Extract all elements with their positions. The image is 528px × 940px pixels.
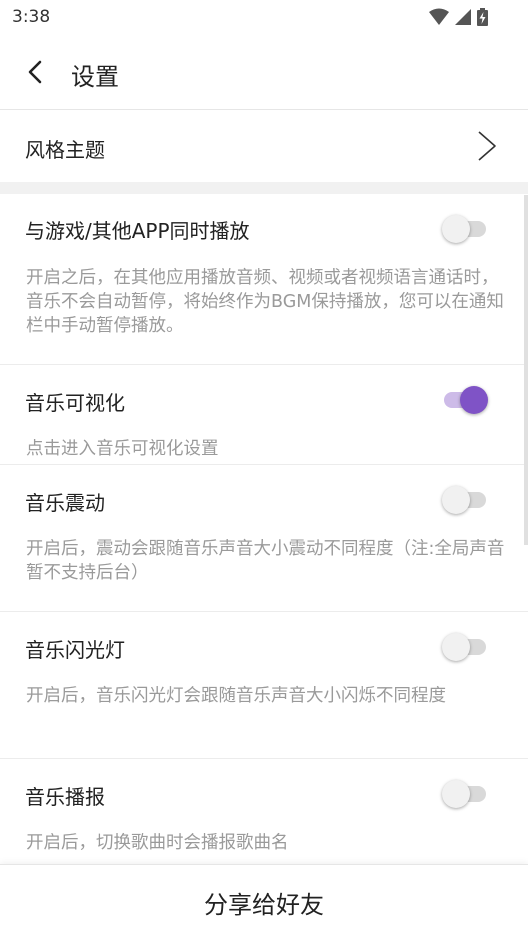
setting-title: 音乐闪光灯 xyxy=(25,638,125,662)
setting-description: 开启后，切换歌曲时会播报歌曲名 xyxy=(26,833,289,853)
setting-description: 开启后，音乐闪光灯会跟随音乐声音大小闪烁不同程度 xyxy=(26,686,446,706)
toggle-thumb xyxy=(460,386,488,414)
setting-music-vibration: 音乐震动 开启后，震动会跟随音乐声音大小震动不同程度（注:全局声音暂不支持后台） xyxy=(0,465,528,612)
theme-row[interactable]: 风格主题 xyxy=(0,110,528,182)
share-button[interactable]: 分享给好友 xyxy=(0,865,528,940)
music-announcement-toggle[interactable] xyxy=(442,780,488,808)
status-icons xyxy=(429,8,488,26)
signal-icon xyxy=(455,9,471,25)
setting-play-with-other-apps: 与游戏/其他APP同时播放 开启之后，在其他应用播放音频、视频或者视频语言通话时… xyxy=(0,194,528,365)
play-with-other-apps-toggle[interactable] xyxy=(442,215,488,243)
toggle-thumb xyxy=(442,215,470,243)
music-visualization-toggle[interactable] xyxy=(442,386,488,414)
setting-title: 音乐播报 xyxy=(25,785,105,809)
scrollbar[interactable] xyxy=(524,195,528,545)
music-flashlight-toggle[interactable] xyxy=(442,633,488,661)
share-bar: 分享给好友 xyxy=(0,864,528,940)
wifi-icon xyxy=(429,8,449,25)
status-time: 3:38 xyxy=(12,7,51,27)
app-bar: 设置 xyxy=(0,36,528,110)
setting-music-flashlight: 音乐闪光灯 开启后，音乐闪光灯会跟随音乐声音大小闪烁不同程度 xyxy=(0,612,528,759)
theme-label: 风格主题 xyxy=(25,138,105,162)
setting-title: 音乐震动 xyxy=(25,491,105,515)
chevron-right-icon xyxy=(478,131,496,161)
setting-title: 与游戏/其他APP同时播放 xyxy=(25,219,250,243)
setting-description: 点击进入音乐可视化设置 xyxy=(26,439,219,459)
toggle-thumb xyxy=(442,633,470,661)
battery-charging-icon xyxy=(477,8,488,26)
music-vibration-toggle[interactable] xyxy=(442,486,488,514)
setting-music-visualization[interactable]: 音乐可视化 点击进入音乐可视化设置 xyxy=(0,365,528,465)
setting-title: 音乐可视化 xyxy=(25,391,125,415)
page-title: 设置 xyxy=(71,63,119,91)
setting-description: 开启后，震动会跟随音乐声音大小震动不同程度（注:全局声音暂不支持后台） xyxy=(26,539,505,583)
section-divider xyxy=(0,182,528,194)
setting-description: 开启之后，在其他应用播放音频、视频或者视频语言通话时，音乐不会自动暂停，将始终作… xyxy=(26,268,504,336)
back-arrow-icon[interactable] xyxy=(22,58,50,86)
status-bar: 3:38 xyxy=(0,0,528,36)
setting-music-announcement: 音乐播报 开启后，切换歌曲时会播报歌曲名 xyxy=(0,759,528,864)
toggle-thumb xyxy=(442,486,470,514)
toggle-thumb xyxy=(442,780,470,808)
